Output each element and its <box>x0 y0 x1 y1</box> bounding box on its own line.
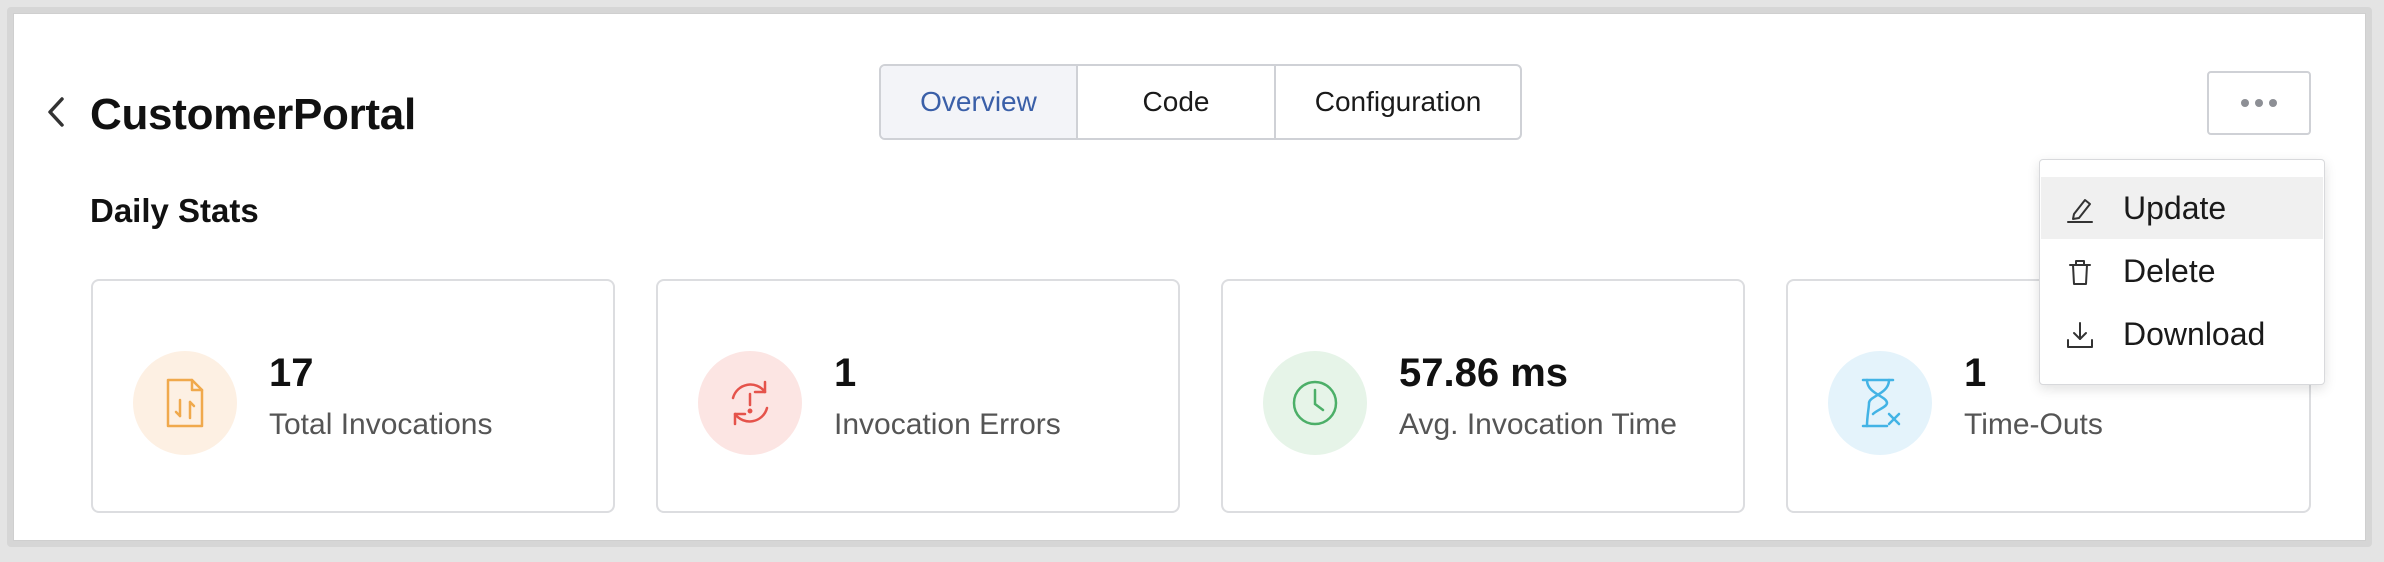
tab-configuration[interactable]: Configuration <box>1276 66 1520 138</box>
stat-value: 1 <box>1964 351 1987 395</box>
menu-item-download[interactable]: Download <box>2041 303 2323 365</box>
error-refresh-icon <box>698 351 802 455</box>
stat-value: 17 <box>269 351 314 395</box>
menu-item-label: Delete <box>2123 252 2216 289</box>
menu-item-label: Download <box>2123 315 2266 352</box>
menu-item-update[interactable]: Update <box>2041 177 2323 239</box>
hourglass-x-icon <box>1828 351 1932 455</box>
tab-overview[interactable]: Overview <box>881 66 1078 138</box>
view-tabs: Overview Code Configuration <box>879 64 1522 140</box>
file-transfer-icon <box>133 351 237 455</box>
chevron-left-icon <box>48 97 64 127</box>
menu-item-label: Update <box>2123 189 2227 226</box>
stat-label: Total Invocations <box>269 408 493 441</box>
edit-icon <box>2067 199 2093 223</box>
back-button[interactable] <box>36 92 76 132</box>
clock-icon <box>1263 351 1367 455</box>
stat-value: 57.86 ms <box>1399 351 1569 395</box>
trash-icon <box>2069 260 2091 285</box>
stat-value: 1 <box>834 351 857 395</box>
stat-label: Invocation Errors <box>834 408 1061 441</box>
function-panel: CustomerPortal Overview Code Configurati… <box>13 13 2366 541</box>
menu-item-delete[interactable]: Delete <box>2041 240 2323 302</box>
page-title: CustomerPortal <box>90 90 416 139</box>
stat-label: Time-Outs <box>1964 408 2103 441</box>
stat-card-invocation-errors: 1 Invocation Errors <box>656 279 1180 513</box>
stat-card-avg-invocation-time: 57.86 ms Avg. Invocation Time <box>1221 279 1745 513</box>
download-icon <box>2067 322 2093 348</box>
section-title: Daily Stats <box>90 192 259 229</box>
more-horizontal-icon <box>2241 99 2249 107</box>
stat-label: Avg. Invocation Time <box>1399 408 1677 441</box>
more-dot <box>2269 99 2277 107</box>
tab-code[interactable]: Code <box>1078 66 1276 138</box>
stat-card-total-invocations: 17 Total Invocations <box>91 279 615 513</box>
more-options-menu: Update Delete Download <box>2039 159 2325 385</box>
more-dot <box>2255 99 2263 107</box>
more-options-button[interactable] <box>2207 71 2311 135</box>
